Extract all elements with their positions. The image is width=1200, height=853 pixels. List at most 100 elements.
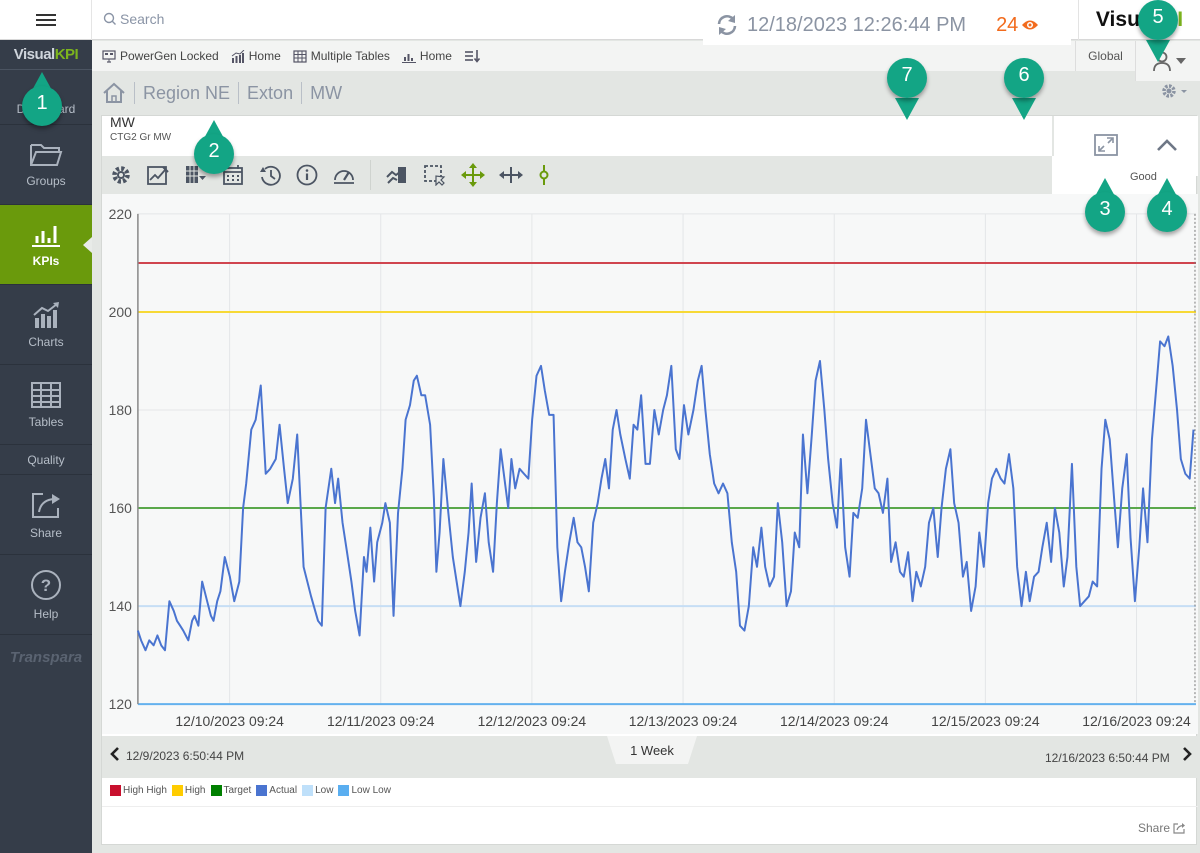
trend-chart-icon (33, 301, 59, 328)
compare-trend-icon[interactable] (385, 164, 409, 186)
favorite-item[interactable]: Multiple Tables (293, 49, 390, 63)
sidebar-item-label: Tables (28, 414, 64, 429)
y-tick-label: 140 (109, 598, 133, 614)
share-icon (32, 492, 60, 518)
x-tick-label: 12/14/2023 09:24 (780, 713, 889, 729)
horizontal-zoom-icon[interactable] (499, 164, 523, 186)
expand-icon[interactable] (1094, 134, 1118, 156)
info-icon[interactable] (296, 164, 318, 186)
previous-period-icon[interactable] (110, 746, 120, 762)
callout-marker-3: 3 (1085, 178, 1125, 232)
sidebar-item-tables[interactable]: Tables (0, 365, 92, 445)
legend-swatch (256, 785, 268, 796)
sidebar-item-help[interactable]: ? Help (0, 555, 92, 635)
table-icon (31, 381, 61, 408)
folder-icon (30, 143, 63, 166)
callout-marker-1: 1 (22, 72, 62, 126)
monitor-icon (102, 49, 116, 63)
legend-item[interactable]: High (171, 785, 206, 796)
sidebar-item-share[interactable]: Share (0, 475, 92, 555)
legend-item[interactable]: High High (110, 785, 167, 796)
breadcrumb-item[interactable]: MW (310, 83, 342, 104)
sidebar: VisualKPI Dashboard Groups KPIs Charts T… (0, 40, 92, 853)
legend-item[interactable]: Target (210, 785, 251, 796)
search-input[interactable]: Search (103, 11, 164, 27)
legend-item[interactable]: Low (302, 785, 333, 796)
y-tick-label: 120 (109, 696, 133, 712)
time-range-label: 1 Week (630, 742, 674, 758)
logo-text: Visu (1095, 8, 1140, 31)
callout-marker-7: 7 (887, 58, 927, 120)
legend-swatch (302, 785, 314, 796)
time-navigation: 12/9/2023 6:50:44 PM 1 Week 12/16/2023 6… (102, 736, 1198, 778)
favorite-label: PowerGen Locked (120, 49, 219, 63)
favorite-item[interactable]: Home (401, 49, 452, 63)
sidebar-item-kpis[interactable]: KPIs (0, 205, 92, 285)
share-link[interactable]: Share (1138, 821, 1186, 835)
next-period-icon[interactable] (1182, 746, 1192, 762)
status-badge: Good (1130, 171, 1157, 183)
select-zoom-icon[interactable] (423, 164, 447, 186)
pan-icon[interactable] (461, 163, 485, 187)
x-tick-label: 12/13/2023 09:24 (629, 713, 738, 729)
legend-label: High (184, 785, 206, 796)
eye-icon (1022, 20, 1039, 30)
share-icon (1173, 823, 1185, 834)
time-range-selector[interactable]: 1 Week (607, 736, 697, 764)
bar-chart-icon (32, 225, 60, 247)
sidebar-item-charts[interactable]: Charts (0, 285, 92, 365)
legend-label: Low (315, 785, 334, 796)
sidebar-item-quality[interactable]: Quality (0, 445, 92, 475)
home-icon[interactable] (102, 82, 126, 104)
breadcrumb-separator (134, 82, 135, 104)
collapse-chevron-up-icon[interactable] (1156, 138, 1178, 152)
legend-swatch (210, 785, 222, 796)
refresh-icon[interactable] (715, 14, 739, 36)
cursor-marker-icon[interactable] (537, 164, 551, 186)
history-icon[interactable] (258, 164, 282, 186)
legend-item[interactable]: Actual (256, 785, 297, 796)
callout-marker-4: 4 (1147, 178, 1187, 232)
sort-favorites-icon[interactable] (464, 49, 480, 63)
period-start-label: 12/9/2023 6:50:44 PM (126, 749, 245, 763)
favorite-label: Multiple Tables (310, 49, 390, 63)
callout-marker-6: 6 (1004, 58, 1044, 120)
favorite-label: Home (248, 49, 281, 63)
gear-icon[interactable] (110, 164, 132, 186)
breadcrumb-separator (238, 82, 240, 104)
favorite-item[interactable]: Home (231, 49, 281, 63)
transpara-logo: Transpara (9, 649, 83, 666)
y-tick-label: 200 (109, 304, 133, 320)
favorite-item[interactable]: PowerGen Locked (102, 49, 219, 63)
legend-swatch (338, 785, 350, 796)
card-controls (1054, 116, 1198, 176)
breadcrumb-item[interactable]: Exton (247, 83, 293, 104)
last-updated-timestamp: 12/18/2023 12:26:44 PM (747, 13, 967, 36)
x-tick-label: 12/12/2023 09:24 (478, 713, 587, 729)
global-button[interactable]: Global (1075, 41, 1135, 71)
chart-legend: High High High Target Actual Low Low Low (110, 785, 393, 796)
legend-item[interactable]: Low Low (338, 785, 391, 796)
divider (102, 806, 1198, 807)
card-title: MW (110, 114, 135, 128)
legend-label: High High (123, 785, 167, 796)
settings-menu-button[interactable] (1160, 82, 1190, 105)
svg-text:?: ? (41, 576, 51, 595)
sidebar-item-label: Groups (26, 173, 66, 188)
breadcrumb-item[interactable]: Region NE (143, 83, 230, 104)
sidebar-item-label: Share (29, 525, 63, 540)
edit-chart-icon[interactable] (146, 164, 170, 186)
menu-button[interactable] (0, 0, 92, 40)
hamburger-icon (35, 11, 56, 29)
status-box: 12/18/2023 12:26:44 PM 24 (703, 5, 1071, 45)
sidebar-item-label: Quality (27, 452, 65, 467)
sidebar-item-groups[interactable]: Groups (0, 125, 92, 205)
table-icon (293, 49, 307, 63)
breadcrumb-separator (301, 82, 303, 104)
trend-chart[interactable]: 120 140 160 180 200 220 12/10/2023 09:24 12/11/… (102, 194, 1198, 734)
x-tick-label: 12/16/2023 09:24 (1082, 713, 1191, 729)
series-line-actual (136, 335, 1195, 652)
gauge-icon[interactable] (332, 164, 356, 186)
sidebar-logo[interactable]: Visual KPI (0, 40, 92, 70)
watch-count[interactable]: 24 (996, 14, 1039, 37)
